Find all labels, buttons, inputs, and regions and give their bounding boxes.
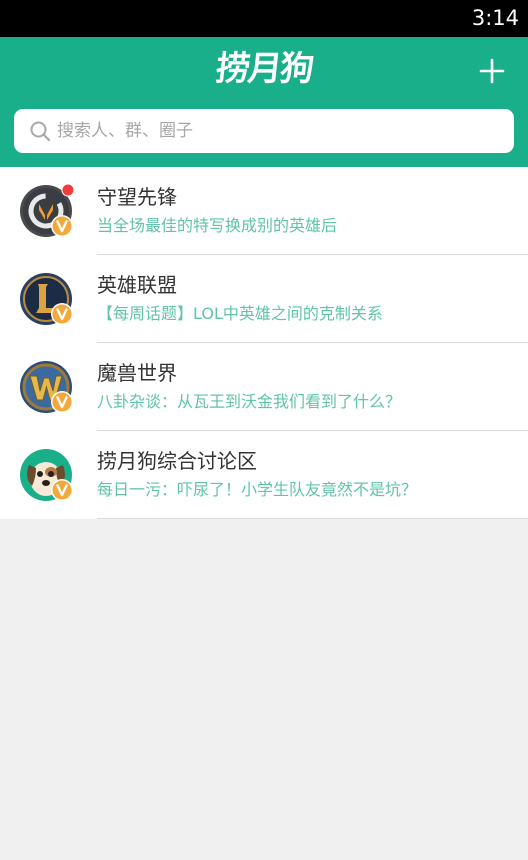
avatar	[20, 272, 74, 326]
avatar	[20, 360, 74, 414]
avatar	[20, 184, 74, 238]
divider	[97, 518, 528, 519]
avatar	[20, 448, 74, 502]
item-latest-post: 八卦杂谈：从瓦王到沃金我们看到了什么？	[97, 392, 402, 411]
item-title: 捞月狗综合讨论区	[97, 449, 257, 473]
verified-badge-icon	[51, 479, 73, 501]
status-bar: 3:14	[0, 0, 528, 37]
list-item-laoyuegou-forum[interactable]: 捞月狗综合讨论区 每日一污：吓尿了！小学生队友竟然不是坑？	[0, 431, 528, 519]
app-logo: 捞月狗	[213, 49, 315, 89]
status-time: 3:14	[471, 6, 519, 30]
item-latest-post: 当全场最佳的特写换成别的英雄后	[97, 216, 338, 235]
app-header: 捞月狗 搜索人、群、圈子	[0, 37, 528, 167]
item-title: 魔兽世界	[97, 361, 177, 385]
list-item-world-of-warcraft[interactable]: 魔兽世界 八卦杂谈：从瓦王到沃金我们看到了什么？	[0, 343, 528, 431]
item-latest-post: 每日一污：吓尿了！小学生队友竟然不是坑？	[97, 480, 418, 499]
verified-badge-icon	[51, 303, 73, 325]
list-item-league-of-legends[interactable]: 英雄联盟 【每周话题】LOL中英雄之间的克制关系	[0, 255, 528, 343]
search-placeholder: 搜索人、群、圈子	[57, 121, 193, 141]
plus-icon	[479, 58, 505, 84]
item-title: 守望先锋	[97, 185, 177, 209]
search-input[interactable]: 搜索人、群、圈子	[14, 109, 514, 153]
search-icon	[30, 121, 51, 142]
item-title: 英雄联盟	[97, 273, 177, 297]
verified-badge-icon	[51, 215, 73, 237]
group-list: 守望先锋 当全场最佳的特写换成别的英雄后 英雄联盟 【每周话题】LOL中英雄之间…	[0, 167, 528, 519]
item-latest-post: 【每周话题】LOL中英雄之间的克制关系	[97, 304, 383, 323]
list-item-overwatch[interactable]: 守望先锋 当全场最佳的特写换成别的英雄后	[0, 167, 528, 255]
add-button[interactable]	[474, 53, 510, 89]
verified-badge-icon	[51, 391, 73, 413]
